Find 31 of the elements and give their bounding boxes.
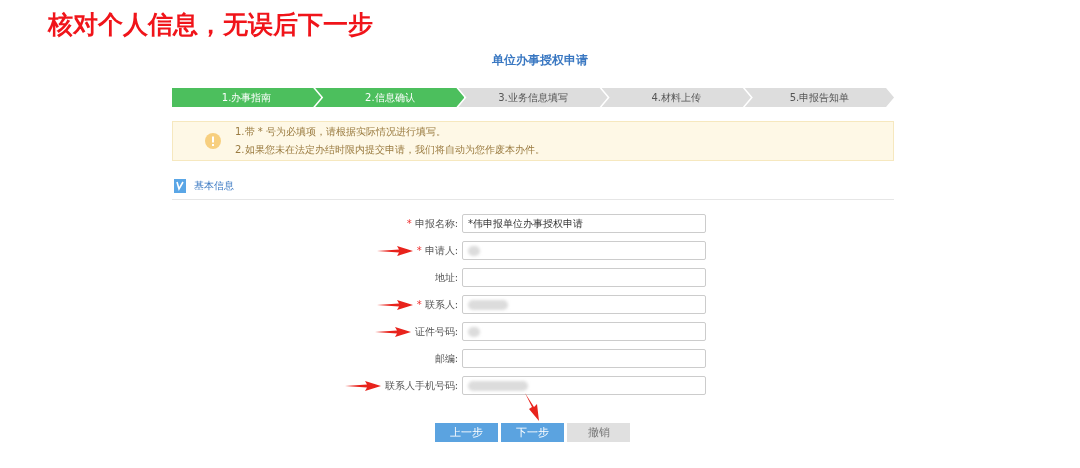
field-label: 申报名称: (414, 216, 458, 231)
step-tab[interactable]: 4.材料上传 (601, 88, 751, 107)
step-button[interactable]: 下一步 (501, 423, 564, 442)
input-field[interactable] (462, 376, 706, 395)
input-field[interactable] (462, 349, 706, 368)
required-marker: * (406, 218, 412, 229)
field-label: 联系人手机号码: (384, 378, 458, 393)
step-tab[interactable]: 2.信息确认 (315, 88, 465, 107)
warning-icon (205, 133, 221, 149)
step-tab[interactable]: 3.业务信息填写 (458, 88, 608, 107)
annotation-heading: 核对个人信息，无误后下一步 (46, 9, 373, 38)
required-marker: * (416, 299, 422, 310)
required-marker: * (416, 245, 422, 256)
step-tab[interactable]: 5.申报告知单 (744, 88, 894, 107)
page-title: 单位办事授权申请 (492, 52, 588, 69)
notice-text: 2.如果您未在法定办结时限内提交申请，我们将自动为您作废本办件。 (235, 143, 545, 157)
input-field[interactable] (462, 241, 706, 260)
input-field[interactable]: *伟申报单位办事授权申请 (462, 214, 706, 233)
input-field[interactable] (462, 268, 706, 287)
notice-text: 1.带 * 号为必填项，请根据实际情况进行填写。 (235, 125, 447, 139)
step-tab[interactable]: 1.办事指南 (172, 88, 322, 107)
field-label: 证件号码: (414, 324, 458, 339)
section-icon (174, 179, 186, 193)
section-title: 基本信息 (194, 179, 234, 193)
field-label: 地址: (434, 270, 458, 285)
input-field[interactable] (462, 295, 706, 314)
input-field[interactable] (462, 322, 706, 341)
field-label: 申请人: (424, 243, 458, 258)
field-label: 邮编: (434, 351, 458, 366)
field-label: 联系人: (424, 297, 458, 312)
step-button[interactable]: 上一步 (435, 423, 498, 442)
